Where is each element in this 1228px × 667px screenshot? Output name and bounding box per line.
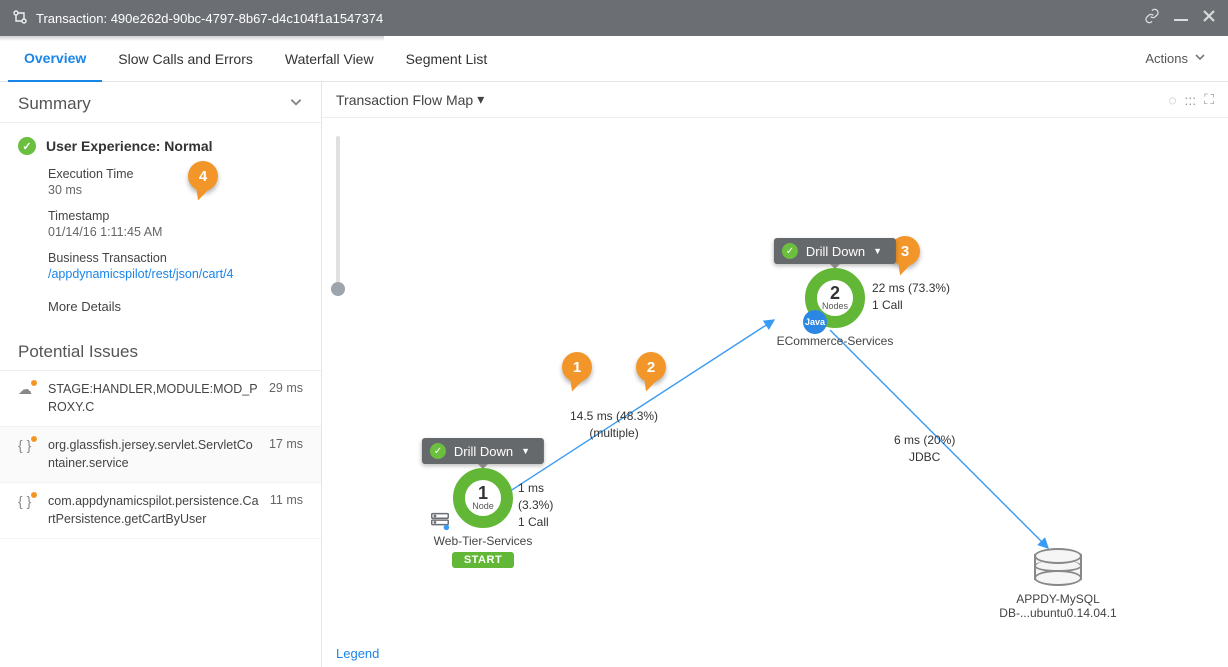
minimize-icon[interactable] bbox=[1174, 9, 1188, 28]
flow-map-title[interactable]: Transaction Flow Map ▾ bbox=[336, 91, 484, 108]
node-label: ECommerce-Services bbox=[750, 334, 920, 348]
dropdown-triangle-icon: ▾ bbox=[477, 91, 484, 108]
node-web-tier[interactable]: ✓ Drill Down ▼ 1 Node 1 ms (3.3%) 1 Call bbox=[418, 468, 548, 568]
titlebar-id: 490e262d-90bc-4797-8b67-d4c104f1a1547374 bbox=[111, 11, 384, 26]
node-ecommerce[interactable]: ✓ Drill Down ▼ Java 2 Nodes 22 ms (73.3%… bbox=[750, 268, 920, 348]
issue-row[interactable]: { } com.appdynamicspilot.persistence.Car… bbox=[0, 483, 321, 539]
node-label: Web-Tier-Services bbox=[418, 534, 548, 548]
user-experience-row: ✓ User Experience: Normal bbox=[18, 137, 303, 155]
callout-4: 4 bbox=[188, 161, 218, 191]
drill-down-button[interactable]: ✓ Drill Down ▼ bbox=[774, 238, 896, 264]
dropdown-triangle-icon: ▼ bbox=[521, 446, 530, 456]
node-stats: 22 ms (73.3%) 1 Call bbox=[872, 280, 962, 314]
legend-link[interactable]: Legend bbox=[336, 646, 379, 661]
ux-label: User Experience: bbox=[46, 138, 160, 154]
issue-name: STAGE:HANDLER,MODULE:MOD_PROXY.C bbox=[48, 381, 259, 416]
exec-time-label: Execution Time bbox=[48, 167, 303, 181]
tab-bar: Overview Slow Calls and Errors Waterfall… bbox=[0, 36, 1228, 82]
actions-menu[interactable]: Actions bbox=[1145, 51, 1220, 66]
node-label: APPDY-MySQL DB-...ubuntu0.14.04.1 bbox=[958, 592, 1158, 620]
tab-slow-calls[interactable]: Slow Calls and Errors bbox=[102, 36, 269, 82]
summary-header[interactable]: Summary bbox=[0, 82, 321, 123]
issue-time: 11 ms bbox=[270, 493, 303, 507]
check-circle-icon: ✓ bbox=[18, 137, 36, 155]
issue-time: 29 ms bbox=[269, 381, 303, 395]
potential-issues-header[interactable]: Potential Issues bbox=[0, 330, 321, 371]
issue-name: com.appdynamicspilot.persistence.CartPer… bbox=[48, 493, 260, 528]
chevron-down-icon bbox=[289, 94, 303, 114]
flow-canvas[interactable]: 14.5 ms (48.3%) (multiple) 6 ms (20%) JD… bbox=[322, 118, 1228, 639]
layout-icon[interactable]: ◌ bbox=[1168, 92, 1176, 108]
titlebar: Transaction: 490e262d-90bc-4797-8b67-d4c… bbox=[0, 0, 1228, 36]
node-ring: 1 Node bbox=[453, 468, 513, 528]
start-badge: START bbox=[452, 552, 514, 568]
database-icon bbox=[1034, 548, 1082, 586]
flow-map-header: Transaction Flow Map ▾ ◌ ::: ⛶ bbox=[322, 82, 1228, 118]
check-circle-icon: ✓ bbox=[430, 443, 446, 459]
node-stats: 1 ms (3.3%) 1 Call bbox=[518, 480, 553, 530]
ux-value: Normal bbox=[164, 138, 212, 154]
edge-label-web-ecom: 14.5 ms (48.3%) (multiple) bbox=[570, 408, 658, 442]
fullscreen-icon[interactable]: ⛶ bbox=[1204, 91, 1214, 108]
tab-waterfall[interactable]: Waterfall View bbox=[269, 36, 390, 82]
cloud-icon: ☁ bbox=[18, 381, 38, 398]
issue-row[interactable]: { } org.glassfish.jersey.servlet.Servlet… bbox=[0, 427, 321, 483]
close-icon[interactable] bbox=[1202, 9, 1216, 28]
titlebar-prefix: Transaction: bbox=[36, 11, 107, 26]
link-icon[interactable] bbox=[1144, 8, 1160, 29]
node-ring: Java 2 Nodes bbox=[805, 268, 865, 328]
bt-label: Business Transaction bbox=[48, 251, 303, 265]
code-icon: { } bbox=[18, 493, 38, 509]
server-icon bbox=[429, 510, 451, 535]
sidebar: Summary ✓ User Experience: Normal Execut… bbox=[0, 82, 322, 667]
issue-row[interactable]: ☁ STAGE:HANDLER,MODULE:MOD_PROXY.C 29 ms bbox=[0, 371, 321, 427]
edge-label-ecom-db: 6 ms (20%) JDBC bbox=[894, 432, 955, 466]
issue-name: org.glassfish.jersey.servlet.ServletCont… bbox=[48, 437, 259, 472]
check-circle-icon: ✓ bbox=[782, 243, 798, 259]
java-badge: Java bbox=[803, 310, 827, 334]
dropdown-triangle-icon: ▼ bbox=[873, 246, 882, 256]
flow-map: Transaction Flow Map ▾ ◌ ::: ⛶ 14.5 ms (… bbox=[322, 82, 1228, 667]
exec-time-value: 30 ms bbox=[48, 183, 303, 197]
timestamp-field: Timestamp 01/14/16 1:11:45 AM bbox=[48, 209, 303, 239]
node-database[interactable]: APPDY-MySQL DB-...ubuntu0.14.04.1 bbox=[958, 548, 1158, 620]
issue-time: 17 ms bbox=[269, 437, 303, 451]
bt-link[interactable]: /appdynamicspilot/rest/json/cart/4 bbox=[48, 267, 303, 281]
summary-title: Summary bbox=[18, 94, 91, 114]
tab-segment-list[interactable]: Segment List bbox=[390, 36, 504, 82]
potential-issues-title: Potential Issues bbox=[18, 342, 138, 362]
more-details-link[interactable]: More Details bbox=[48, 293, 303, 326]
actions-label: Actions bbox=[1145, 51, 1188, 66]
transaction-icon bbox=[12, 9, 28, 28]
code-icon: { } bbox=[18, 437, 38, 453]
chevron-down-icon bbox=[1194, 51, 1206, 66]
potential-issues-list: ☁ STAGE:HANDLER,MODULE:MOD_PROXY.C 29 ms… bbox=[0, 371, 321, 539]
callout-2: 2 bbox=[636, 352, 666, 382]
business-transaction-field: Business Transaction /appdynamicspilot/r… bbox=[48, 251, 303, 281]
drill-down-button[interactable]: ✓ Drill Down ▼ bbox=[422, 438, 544, 464]
callout-1: 1 bbox=[562, 352, 592, 382]
timestamp-value: 01/14/16 1:11:45 AM bbox=[48, 225, 303, 239]
nodes-icon[interactable]: ::: bbox=[1185, 92, 1197, 108]
timestamp-label: Timestamp bbox=[48, 209, 303, 223]
tab-overview[interactable]: Overview bbox=[8, 36, 102, 82]
execution-time-field: Execution Time 30 ms 4 bbox=[48, 167, 303, 197]
